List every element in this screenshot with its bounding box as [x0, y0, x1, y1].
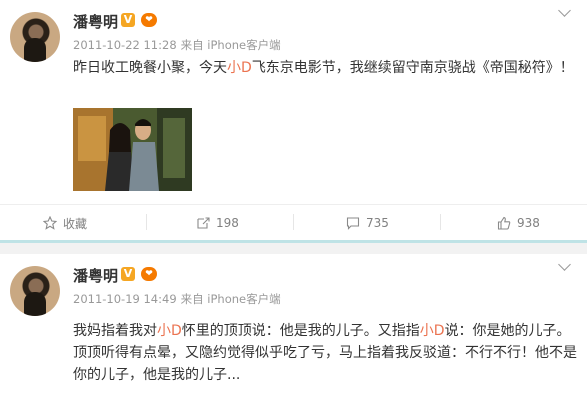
- post-text: 我妈指着我对小D怀里的顶顶说：他是我的儿子。又指指小D说：你是她的儿子。顶顶听得…: [73, 320, 578, 386]
- thumbs-up-icon: [497, 216, 511, 230]
- post-text: 昨日收工晚餐小聚，今天小D飞东京电影节，我继续留守南京骁战《帝国秘符》！: [73, 57, 578, 79]
- repost-button[interactable]: 198: [196, 214, 239, 232]
- weibo-post: 潘粤明 V ❤ 2011-10-19 14:49 来自 iPhone客户端 我妈指…: [0, 254, 587, 400]
- post-text-segment: 飞东京电影节，我继续留守南京骁战《帝国秘符》！: [251, 60, 574, 76]
- comment-count: 735: [366, 216, 389, 230]
- feed-separator: [0, 240, 587, 254]
- post-meta: 2011-10-22 11:28 来自 iPhone客户端: [73, 37, 285, 53]
- member-level-badge: ❤: [141, 13, 157, 27]
- verified-badge: V: [121, 13, 135, 27]
- post-meta: 2011-10-19 14:49 来自 iPhone客户端: [73, 291, 285, 307]
- chevron-down-icon[interactable]: [558, 258, 571, 271]
- mention-link[interactable]: 小D: [420, 323, 445, 339]
- like-count: 938: [517, 216, 540, 230]
- post-timestamp[interactable]: 2011-10-19 14:49: [73, 292, 177, 306]
- mention-link[interactable]: 小D: [227, 60, 252, 76]
- post-source: 来自 iPhone客户端: [180, 38, 281, 52]
- post-source: 来自 iPhone客户端: [180, 292, 281, 306]
- author-name[interactable]: 潘粤明: [73, 265, 118, 286]
- favorite-label: 收藏: [63, 216, 88, 231]
- member-level-badge: ❤: [141, 267, 157, 281]
- photo-image: [73, 108, 192, 191]
- post-text-segment: 怀里的顶顶说：他是我的儿子。又指指: [181, 323, 420, 339]
- author-name[interactable]: 潘粤明: [73, 11, 118, 32]
- like-button[interactable]: 938: [497, 214, 540, 232]
- divider: [293, 214, 294, 230]
- avatar[interactable]: [10, 12, 60, 62]
- favorite-button[interactable]: 收藏: [43, 214, 87, 232]
- mention-link[interactable]: 小D: [157, 323, 182, 339]
- post-text-segment: 我妈指着我对: [73, 323, 157, 339]
- action-bar: 收藏 198 735 938: [0, 204, 587, 241]
- verified-badge: V: [121, 267, 135, 281]
- post-timestamp[interactable]: 2011-10-22 11:28: [73, 38, 177, 52]
- avatar[interactable]: [10, 266, 60, 316]
- post-photo[interactable]: [73, 108, 192, 191]
- comment-icon: [346, 217, 360, 230]
- comment-button[interactable]: 735: [346, 214, 389, 232]
- weibo-post: 潘粤明 V ❤ 2011-10-22 11:28 来自 iPhone客户端 昨日收…: [0, 0, 587, 241]
- chevron-down-icon[interactable]: [558, 4, 571, 17]
- post-text-segment: 昨日收工晚餐小聚，今天: [73, 60, 227, 76]
- divider: [440, 214, 441, 230]
- repost-icon: [197, 217, 210, 229]
- repost-count: 198: [216, 216, 239, 230]
- separator-accent: [0, 240, 587, 243]
- divider: [146, 214, 147, 230]
- star-icon: [43, 216, 57, 230]
